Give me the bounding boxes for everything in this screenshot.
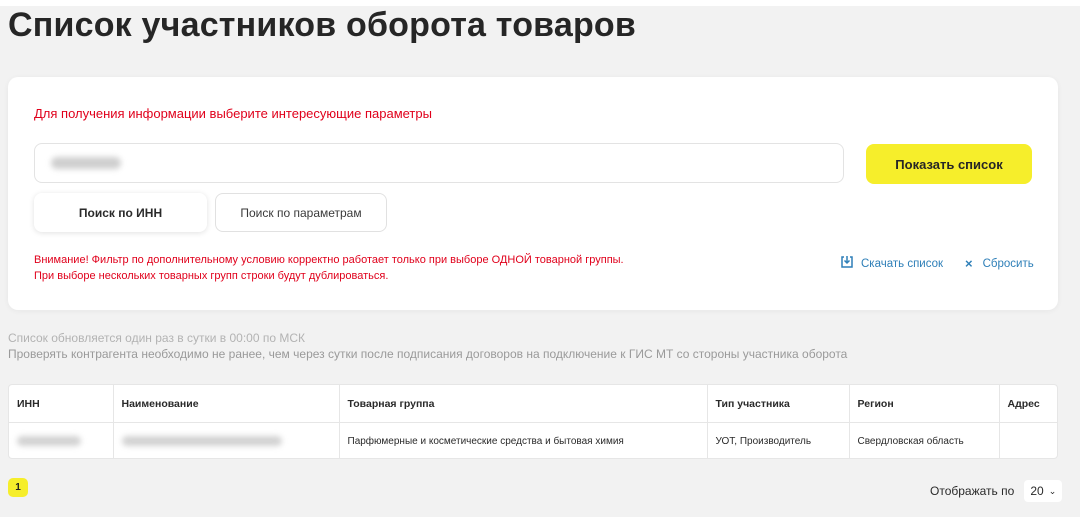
cell-inn-blurred: [17, 436, 81, 446]
filter-hint: Для получения информации выберите интере…: [34, 106, 432, 121]
filter-card: Для получения информации выберите интере…: [8, 77, 1058, 310]
per-page-label: Отображать по: [930, 484, 1015, 498]
cell-region: Свердловская область: [849, 422, 1000, 459]
per-page-select[interactable]: 20 ⌄: [1024, 480, 1063, 502]
column-header-type[interactable]: Тип участника: [707, 385, 850, 423]
download-list-label: Скачать список: [861, 257, 944, 270]
column-header-name[interactable]: Наименование: [113, 385, 340, 423]
column-header-region[interactable]: Регион: [849, 385, 1000, 423]
per-page-control: Отображать по 20 ⌄: [930, 480, 1063, 502]
download-list-link[interactable]: Скачать список: [840, 255, 943, 272]
search-input-blurred-value: [51, 157, 121, 169]
reset-label: Сбросить: [982, 257, 1034, 270]
per-page-value: 20: [1030, 484, 1044, 498]
column-header-group[interactable]: Товарная группа: [339, 385, 708, 423]
participants-table: ИНН Наименование Товарная группа Тип уча…: [8, 384, 1058, 459]
table-row[interactable]: Парфюмерные и косметические средства и б…: [9, 422, 1057, 460]
tab-search-by-inn[interactable]: Поиск по ИНН: [34, 193, 207, 232]
cell-name-blurred: [121, 436, 282, 446]
page-title: Список участников оборота товаров: [8, 6, 636, 44]
column-header-inn[interactable]: ИНН: [9, 385, 114, 423]
table-header-row: ИНН Наименование Товарная группа Тип уча…: [9, 385, 1057, 423]
update-notes: Список обновляется один раз в сутки в 00…: [8, 330, 847, 362]
update-note-2: Проверять контрагента необходимо не ране…: [8, 347, 848, 361]
update-note-1: Список обновляется один раз в сутки в 00…: [8, 331, 306, 345]
tab-search-by-params[interactable]: Поиск по параметрам: [215, 193, 387, 232]
filter-warning-line-1: Внимание! Фильтр по дополнительному усло…: [34, 254, 624, 266]
filter-warning: Внимание! Фильтр по дополнительному усло…: [34, 252, 624, 284]
cell-address: [999, 423, 1057, 460]
cell-name: [113, 422, 340, 459]
cell-group: Парфюмерные и косметические средства и б…: [339, 422, 708, 459]
column-header-address[interactable]: Адрес: [999, 385, 1057, 423]
filter-warning-line-2: При выборе нескольких товарных групп стр…: [34, 270, 389, 282]
close-icon: ×: [965, 256, 973, 271]
search-input[interactable]: [34, 143, 844, 183]
chevron-down-icon: ⌄: [1048, 485, 1057, 496]
pagination-page-1[interactable]: 1: [8, 478, 28, 497]
download-icon: [840, 255, 854, 272]
show-list-button[interactable]: Показать список: [866, 144, 1032, 184]
reset-link[interactable]: × Сбросить: [965, 256, 1034, 271]
filter-actions: Скачать список × Сбросить: [840, 255, 1034, 272]
cell-inn: [9, 422, 114, 459]
cell-type: УОТ, Производитель: [707, 422, 850, 459]
